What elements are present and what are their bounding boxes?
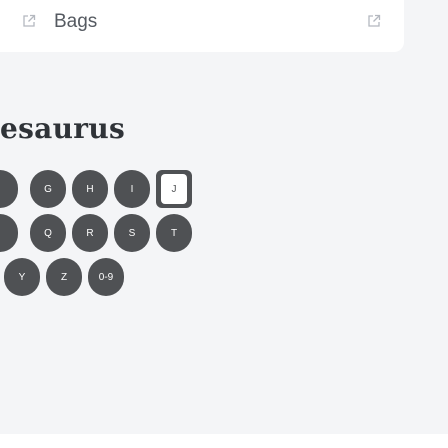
letter-key-0-9[interactable]: 0-9 xyxy=(88,258,124,296)
external-link-icon[interactable] xyxy=(22,14,36,28)
letter-key-z[interactable]: Z xyxy=(46,258,82,296)
external-link-icon[interactable] xyxy=(367,14,381,28)
menu-item-bags[interactable]: Bags xyxy=(54,11,97,33)
bottom-edge xyxy=(0,434,448,448)
letter-key-i[interactable]: I xyxy=(114,170,150,208)
letter-row-2: Q R S T xyxy=(0,214,260,252)
letter-key-partial[interactable] xyxy=(0,214,18,252)
letter-key-q[interactable]: Q xyxy=(30,214,66,252)
letter-key-s[interactable]: S xyxy=(114,214,150,252)
site-logo[interactable]: esaurus xyxy=(0,112,125,145)
letter-row-1: G H I J xyxy=(0,170,260,208)
letter-row-3: Y Z 0-9 xyxy=(0,258,260,296)
letter-key-j[interactable]: J xyxy=(156,170,192,208)
letter-key-y[interactable]: Y xyxy=(4,258,40,296)
letter-key-g[interactable]: G xyxy=(30,170,66,208)
letter-key-t[interactable]: T xyxy=(156,214,192,252)
letter-key-r[interactable]: R xyxy=(72,214,108,252)
letter-key-h[interactable]: H xyxy=(72,170,108,208)
letter-key-j-label: J xyxy=(161,174,187,204)
letter-key-partial[interactable] xyxy=(0,170,18,208)
menu-panel: Bags xyxy=(0,0,404,52)
